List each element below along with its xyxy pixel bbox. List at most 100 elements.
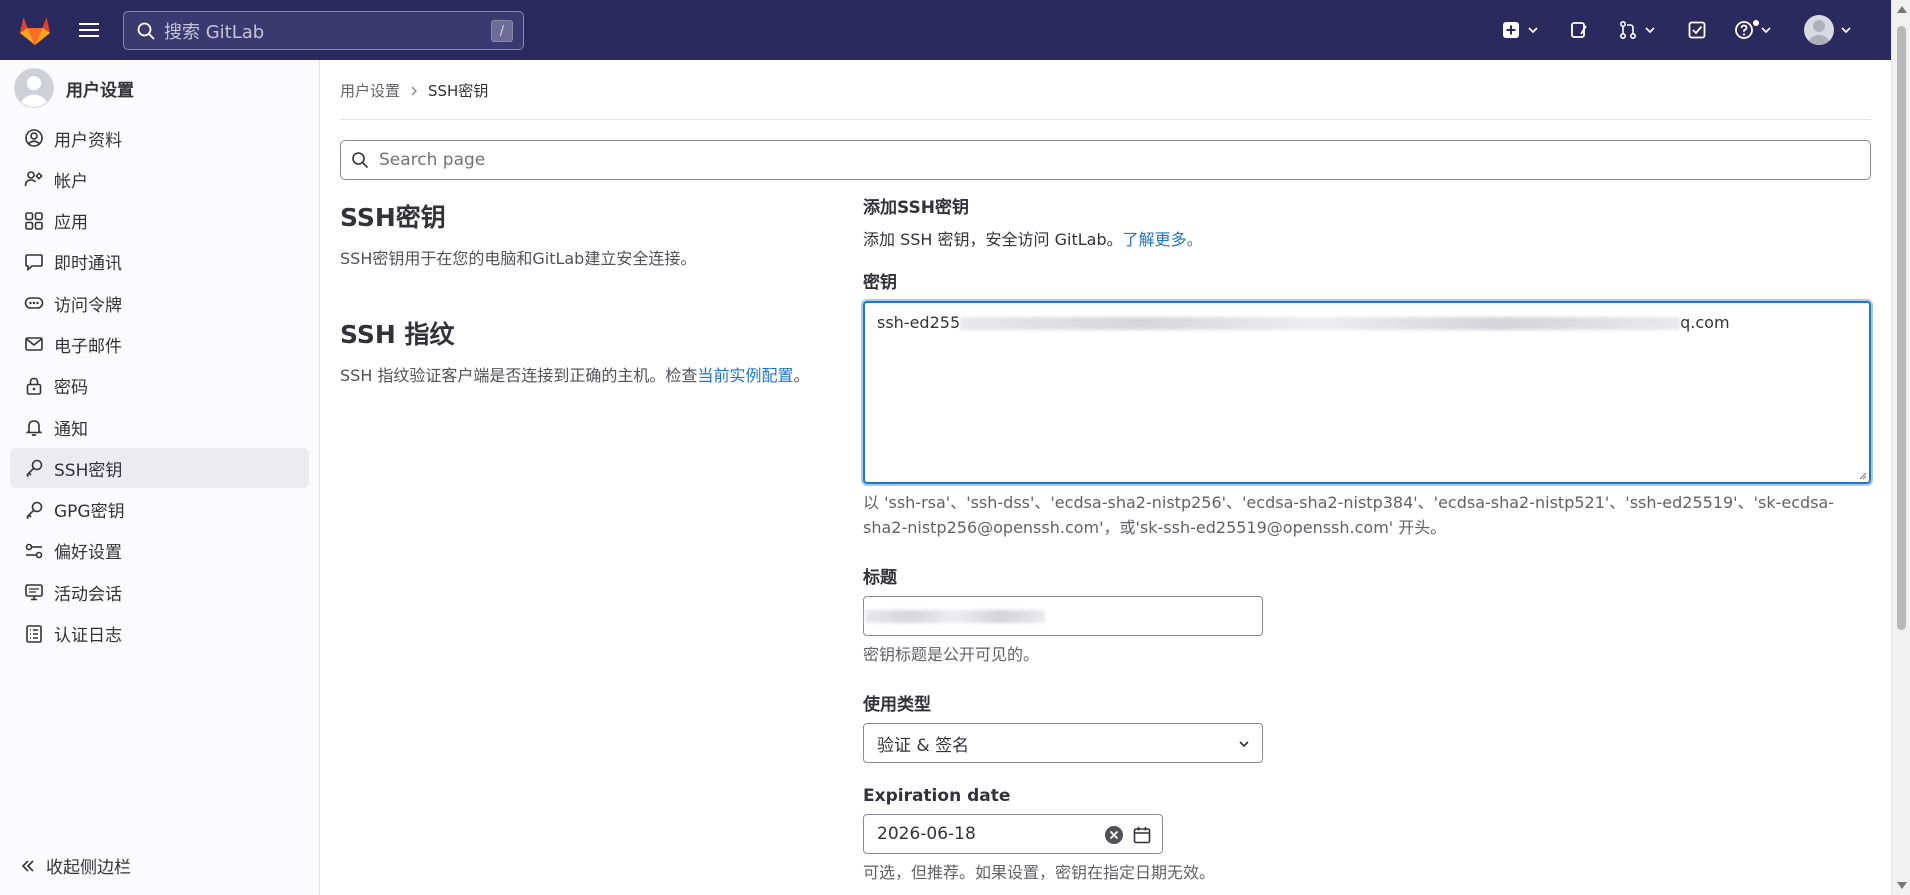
account-icon	[24, 171, 43, 187]
add-ssh-key-intro: 添加 SSH 密钥，安全访问 GitLab。了解更多。	[863, 227, 1871, 252]
gitlab-logo-icon[interactable]	[16, 11, 54, 49]
search-icon	[137, 22, 155, 40]
sidebar-item-active-sessions[interactable]: 活动会话	[10, 572, 309, 612]
expiration-date-label: Expiration date	[863, 786, 1011, 806]
sidebar-item-chat[interactable]: 即时通讯	[10, 242, 309, 282]
add-ssh-key-heading: 添加SSH密钥	[863, 198, 969, 218]
ssh-fingerprints-description: SSH 指纹验证客户端是否连接到正确的主机。检查当前实例配置。	[340, 363, 820, 388]
todo-checkbox-icon	[1688, 21, 1706, 39]
collapse-sidebar-button[interactable]: 收起侧边栏	[20, 853, 131, 878]
clear-icon[interactable]	[1104, 825, 1124, 845]
sidebar-item-label: GPG密钥	[54, 502, 125, 523]
instance-configuration-link[interactable]: 当前实例配置	[697, 366, 793, 385]
scroll-up-arrow-icon[interactable]	[1897, 6, 1907, 13]
expiration-date-input[interactable]: 2026-06-18	[863, 814, 1163, 854]
sidebar-item-label: 电子邮件	[54, 336, 122, 357]
breadcrumb-current[interactable]: SSH密钥	[428, 80, 488, 101]
key-label: 密钥	[863, 273, 897, 293]
fingerprint-description-text: SSH 指纹验证客户端是否连接到正确的主机。检查	[340, 366, 698, 385]
redacted-key-content	[960, 317, 1681, 330]
help-button[interactable]	[1734, 14, 1772, 46]
scroll-down-arrow-icon[interactable]	[1897, 882, 1907, 889]
redacted-title-value	[865, 609, 1045, 623]
key-value-end: q.com	[1680, 313, 1730, 332]
sidebar-item-label: 通知	[54, 419, 88, 440]
title-input[interactable]	[863, 596, 1263, 636]
sidebar-item-label: 访问令牌	[54, 295, 122, 316]
page-scrollbar[interactable]	[1891, 0, 1910, 895]
issues-icon	[1571, 22, 1587, 38]
usage-type-label: 使用类型	[863, 695, 931, 715]
monitor-icon	[25, 584, 43, 601]
sidebar-item-label: 即时通讯	[54, 254, 122, 275]
double-chevron-left-icon	[21, 859, 34, 872]
preferences-icon	[25, 543, 43, 559]
sidebar-item-preferences[interactable]: 偏好设置	[10, 531, 309, 571]
sidebar-item-ssh-keys[interactable]: SSH密钥	[10, 448, 309, 489]
issues-button[interactable]	[1569, 14, 1589, 46]
sidebar-item-profile[interactable]: 用户资料	[10, 118, 309, 158]
learn-more-link[interactable]: 了解更多。	[1123, 230, 1203, 249]
chevron-down-icon	[1761, 27, 1771, 34]
chevron-down-icon	[1528, 27, 1538, 34]
todo-button[interactable]	[1687, 14, 1707, 46]
profile-icon	[25, 129, 43, 147]
settings-description-column: SSH密钥 SSH密钥用于在您的电脑和GitLab建立安全连接。 SSH 指纹 …	[340, 198, 820, 388]
sidebar-item-auth-log[interactable]: 认证日志	[10, 614, 309, 654]
title-help: 密钥标题是公开可见的。	[863, 645, 1040, 664]
lock-icon	[26, 377, 42, 395]
menu-icon[interactable]	[76, 17, 102, 43]
create-new-button[interactable]	[1501, 14, 1539, 46]
usage-type-select[interactable]: 验证 & 签名	[863, 723, 1263, 763]
sidebar-title: 用户设置	[66, 80, 134, 101]
key-icon	[26, 501, 43, 519]
sidebar-item-gpg-keys[interactable]: GPG密钥	[10, 490, 309, 530]
page-search-input[interactable]: Search page	[340, 140, 1871, 180]
search-shortcut-hint: /	[491, 20, 513, 42]
sidebar-item-label: 偏好设置	[54, 543, 122, 564]
notification-dot	[1751, 18, 1761, 28]
ssh-keys-title: SSH密钥	[340, 203, 446, 232]
global-search-input[interactable]: 搜索 GitLab /	[123, 11, 524, 50]
user-avatar	[1804, 15, 1834, 45]
expiration-date-value: 2026-06-18	[877, 824, 976, 844]
chevron-down-icon	[1841, 27, 1851, 34]
breadcrumb-parent[interactable]: 用户设置	[340, 80, 400, 101]
settings-sidebar: 用户设置 用户资料 帐户 应用 即时通讯 访问令牌 电子邮件 密码 通知 SSH…	[0, 60, 320, 895]
key-format-help: 以 'ssh-rsa'、'ssh-dss'、'ecdsa-sha2-nistp2…	[863, 493, 1835, 537]
sidebar-nav: 用户资料 帐户 应用 即时通讯 访问令牌 电子邮件 密码 通知 SSH密钥 GP…	[10, 118, 309, 655]
plus-square-icon	[1503, 22, 1519, 38]
key-textarea[interactable]: ssh-ed255 q.com	[863, 301, 1871, 484]
sidebar-item-label: 密码	[54, 378, 88, 399]
sidebar-item-label: 用户资料	[54, 130, 122, 151]
sidebar-avatar	[14, 68, 54, 108]
chat-icon	[25, 254, 43, 272]
page-search-placeholder: Search page	[379, 150, 486, 170]
sidebar-item-account[interactable]: 帐户	[10, 159, 309, 199]
breadcrumb: 用户设置 SSH密钥	[340, 80, 488, 101]
token-icon	[24, 297, 44, 309]
top-navigation-bar: 搜索 GitLab /	[0, 0, 1891, 60]
resize-handle-icon[interactable]	[1857, 470, 1867, 480]
mail-icon	[25, 337, 43, 352]
key-icon	[26, 460, 43, 478]
sidebar-item-access-tokens[interactable]: 访问令牌	[10, 283, 309, 323]
merge-requests-button[interactable]	[1618, 14, 1656, 46]
sidebar-item-notifications[interactable]: 通知	[10, 407, 309, 447]
merge-request-icon	[1619, 20, 1637, 40]
sidebar-item-label: 帐户	[54, 171, 88, 192]
scrollbar-thumb[interactable]	[1897, 26, 1906, 630]
title-label: 标题	[863, 568, 897, 588]
log-icon	[26, 624, 42, 643]
applications-icon	[25, 211, 43, 230]
divider	[340, 119, 1871, 120]
user-menu-button[interactable]	[1804, 14, 1852, 46]
calendar-icon[interactable]	[1132, 825, 1152, 845]
sidebar-item-label: 应用	[54, 213, 88, 234]
sidebar-item-password[interactable]: 密码	[10, 366, 309, 406]
sidebar-item-applications[interactable]: 应用	[10, 201, 309, 241]
sidebar-item-emails[interactable]: 电子邮件	[10, 324, 309, 364]
sidebar-item-label: 活动会话	[54, 584, 122, 605]
add-ssh-key-form: 添加SSH密钥 添加 SSH 密钥，安全访问 GitLab。了解更多。 密钥 s…	[863, 198, 1871, 885]
chevron-down-icon	[1239, 741, 1249, 748]
